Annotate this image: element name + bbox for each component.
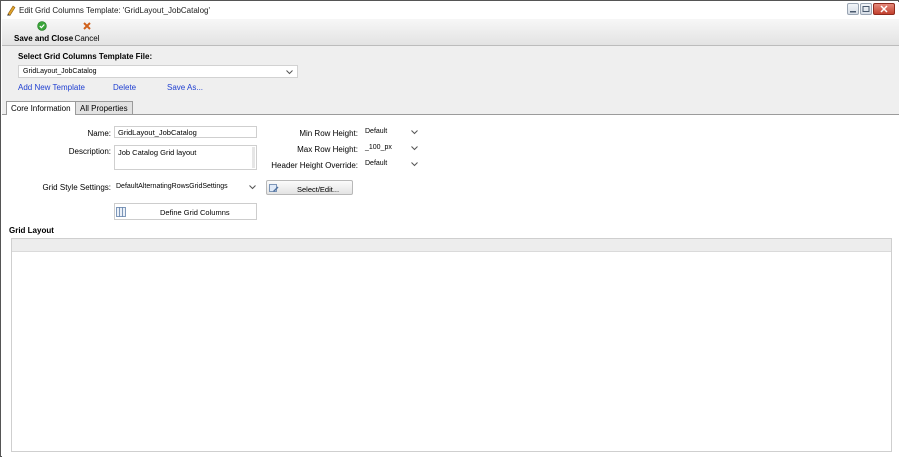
- save-and-close-button[interactable]: Save and Close: [14, 21, 74, 43]
- max-row-height-dropdown[interactable]: _100_px: [363, 142, 419, 154]
- tab-core-information-label: Core Information: [11, 104, 71, 113]
- cancel-label: Cancel: [74, 34, 100, 43]
- delete-link[interactable]: Delete: [113, 83, 136, 92]
- grid-layout-header: [12, 239, 891, 252]
- maximize-icon: [862, 6, 870, 12]
- grid-layout-label: Grid Layout: [9, 226, 54, 235]
- minimize-icon: [850, 11, 856, 13]
- edit-settings-icon: [269, 184, 279, 192]
- min-row-height-dropdown[interactable]: Default: [363, 126, 419, 138]
- maximize-button[interactable]: [860, 3, 872, 15]
- grid-style-settings-value: DefaultAlternatingRowsGridSettings: [116, 183, 228, 190]
- chevron-down-icon: [249, 185, 256, 190]
- name-label: Name:: [87, 129, 111, 138]
- template-dropdown[interactable]: GridLayout_JobCatalog: [18, 65, 298, 78]
- chevron-down-icon: [286, 70, 293, 75]
- header-height-override-label: Header Height Override:: [271, 161, 358, 170]
- description-label: Description:: [68, 147, 111, 156]
- select-edit-label: Select/Edit...: [297, 185, 340, 194]
- chevron-down-icon: [411, 130, 418, 135]
- define-grid-columns-button[interactable]: Define Grid Columns: [114, 203, 257, 220]
- pencil-icon: [6, 5, 16, 16]
- name-input[interactable]: GridLayout_JobCatalog: [114, 126, 257, 138]
- tab-content: Name: GridLayout_JobCatalog Description:…: [2, 114, 899, 457]
- title-bar: Edit Grid Columns Template: 'GridLayout_…: [2, 2, 899, 19]
- chevron-down-icon: [411, 146, 418, 151]
- description-textarea-value: Job Catalog Grid layout: [118, 148, 197, 157]
- tab-bar: Core Information All Properties: [2, 99, 899, 115]
- grid-style-settings-dropdown[interactable]: DefaultAlternatingRowsGridSettings: [114, 181, 257, 193]
- columns-icon: [116, 207, 126, 217]
- save-and-close-label: Save and Close: [14, 34, 74, 43]
- tab-all-properties-label: All Properties: [80, 104, 128, 113]
- window-title: Edit Grid Columns Template: 'GridLayout_…: [19, 6, 211, 15]
- template-dropdown-value: GridLayout_JobCatalog: [23, 68, 97, 75]
- minimize-button[interactable]: [847, 3, 859, 15]
- name-input-value: GridLayout_JobCatalog: [118, 128, 197, 137]
- tab-all-properties[interactable]: All Properties: [75, 101, 133, 114]
- max-row-height-value: _100_px: [365, 144, 392, 151]
- window-frame: Edit Grid Columns Template: 'GridLayout_…: [0, 0, 899, 457]
- define-grid-columns-label: Define Grid Columns: [160, 208, 230, 217]
- chevron-down-icon: [411, 162, 418, 167]
- min-row-height-label: Min Row Height:: [299, 129, 358, 138]
- header-height-override-dropdown[interactable]: Default: [363, 158, 419, 170]
- x-icon: [83, 22, 91, 30]
- add-new-template-link[interactable]: Add New Template: [18, 83, 85, 92]
- cancel-button[interactable]: Cancel: [74, 21, 100, 43]
- tab-core-information[interactable]: Core Information: [6, 101, 76, 115]
- description-textarea[interactable]: Job Catalog Grid layout: [114, 145, 257, 170]
- min-row-height-value: Default: [365, 128, 388, 135]
- toolbar: Save and Close Cancel: [2, 19, 899, 46]
- max-row-height-label: Max Row Height:: [297, 145, 358, 154]
- template-select-label: Select Grid Columns Template File:: [18, 52, 153, 61]
- save-as-link[interactable]: Save As...: [167, 83, 203, 92]
- check-circle-icon: [37, 21, 47, 31]
- description-scrollbar[interactable]: [252, 147, 255, 168]
- grid-layout-area[interactable]: [11, 238, 892, 452]
- header-height-override-value: Default: [365, 160, 388, 167]
- close-button[interactable]: [873, 3, 895, 15]
- close-icon: [880, 5, 888, 13]
- select-edit-button[interactable]: Select/Edit...: [266, 180, 353, 195]
- grid-style-settings-label: Grid Style Settings:: [42, 183, 111, 192]
